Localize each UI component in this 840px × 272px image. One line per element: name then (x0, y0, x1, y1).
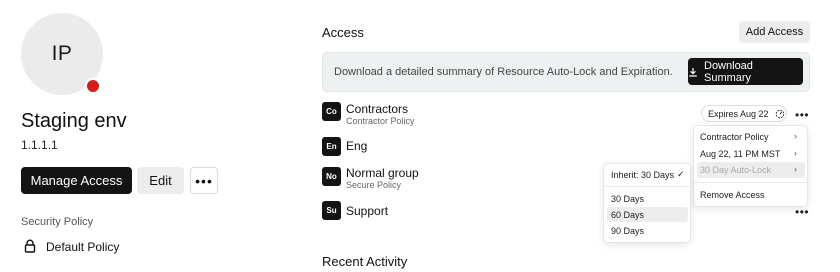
group-name[interactable]: Eng (346, 139, 367, 153)
security-policy-label: Security Policy (21, 216, 94, 228)
chevron-right-icon: › (794, 164, 797, 174)
menu-item-autolock[interactable]: 30 Day Auto-Lock (700, 165, 771, 175)
autolock-inherit-option[interactable]: Inherit: 30 Days (611, 170, 674, 180)
expires-label: Expires Aug 22 (708, 108, 769, 119)
menu-item-expiration[interactable]: Aug 22, 11 PM MST (700, 149, 780, 159)
autolock-submenu: Inherit: 30 Days ✓ 30 Days 60 Days 90 Da… (603, 163, 691, 243)
row-context-menu: Contractor Policy › Aug 22, 11 PM MST › … (693, 125, 808, 207)
autolock-option[interactable]: 60 Days (611, 210, 644, 220)
group-name[interactable]: Normal group (346, 166, 419, 180)
group-badge: En (322, 137, 341, 156)
chevron-right-icon: › (794, 131, 797, 141)
group-policy: Secure Policy (346, 180, 402, 190)
menu-divider (604, 186, 690, 187)
resource-name: Staging env (21, 110, 127, 132)
group-badge: Co (322, 102, 341, 121)
download-icon (689, 67, 697, 77)
download-summary-label: Download Summary (704, 59, 753, 84)
row-more-icon[interactable]: ••• (795, 108, 809, 122)
autolock-option[interactable]: 90 Days (611, 226, 644, 236)
download-summary-button[interactable]: Download Summary (688, 58, 803, 85)
resource-ip: 1.1.1.1 (21, 138, 58, 152)
group-name[interactable]: Contractors (346, 102, 408, 116)
menu-item-remove[interactable]: Remove Access (700, 190, 765, 200)
group-name[interactable]: Support (346, 204, 388, 218)
access-section-title: Access (322, 25, 364, 40)
group-policy: Contractor Policy (346, 116, 415, 126)
banner-text: Download a detailed summary of Resource … (334, 66, 673, 78)
menu-item-policy[interactable]: Contractor Policy (700, 132, 769, 142)
lock-icon (24, 239, 36, 253)
edit-button[interactable]: Edit (137, 167, 184, 194)
timer-icon (775, 109, 784, 118)
group-badge: No (322, 167, 341, 186)
status-dot (85, 78, 101, 94)
autolock-option[interactable]: 30 Days (611, 194, 644, 204)
row-more-icon[interactable]: ••• (795, 205, 809, 219)
check-icon: ✓ (677, 169, 685, 179)
recent-activity-title: Recent Activity (322, 254, 408, 269)
menu-divider (694, 182, 807, 183)
more-options-button[interactable]: ••• (190, 167, 218, 194)
add-access-button[interactable]: Add Access (739, 21, 810, 43)
avatar-initials: IP (51, 42, 73, 65)
group-badge: Su (322, 201, 341, 220)
security-policy-value[interactable]: Default Policy (46, 240, 119, 254)
manage-access-button[interactable]: Manage Access (21, 167, 132, 194)
expires-pill[interactable]: Expires Aug 22 (701, 105, 787, 122)
chevron-right-icon: › (794, 148, 797, 158)
more-dots-icon: ••• (195, 172, 213, 189)
